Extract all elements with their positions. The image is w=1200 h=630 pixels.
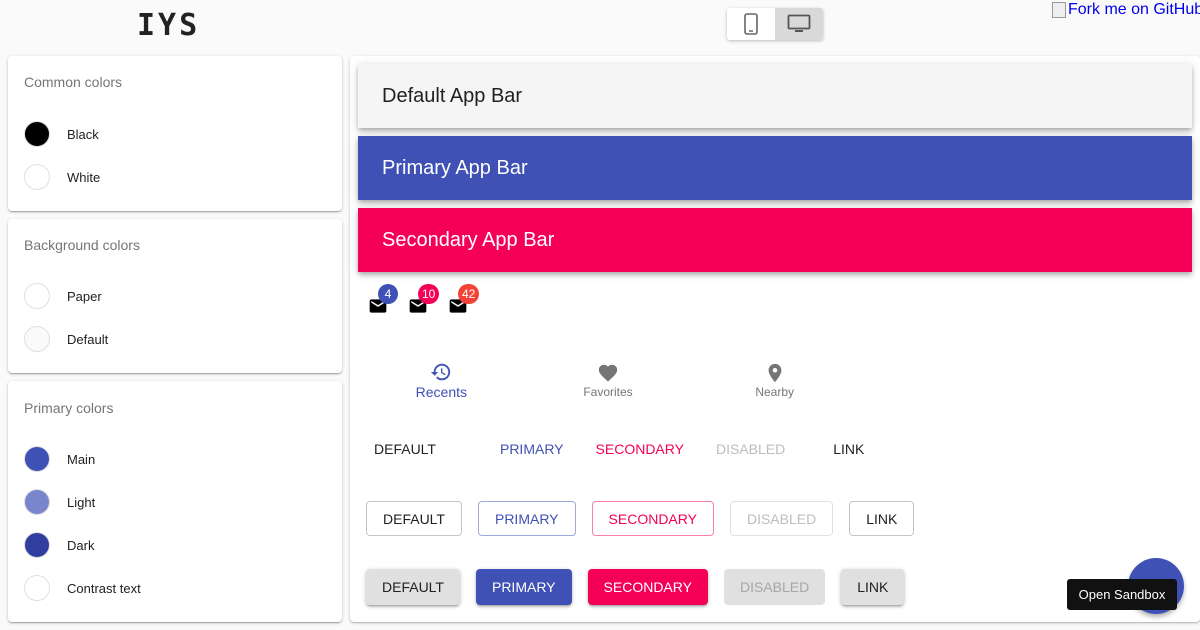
badge-row: 4 10 42 (368, 284, 480, 316)
bottom-nav-nearby[interactable]: Nearby (691, 352, 858, 408)
color-swatch (24, 326, 50, 352)
app-bar-title: Primary App Bar (382, 156, 528, 179)
restore-icon (431, 363, 451, 380)
color-swatch (24, 164, 50, 190)
color-swatch (24, 532, 50, 558)
swatch-label: Dark (67, 537, 95, 553)
contained-button-secondary[interactable]: Secondary (587, 569, 708, 605)
swatch-label: Contrast text (67, 580, 141, 596)
swatch-label: White (67, 169, 101, 185)
card-title: Primary colors (24, 400, 114, 416)
swatch-label: Paper (67, 288, 102, 304)
bottom-nav-label: Nearby (755, 384, 795, 399)
color-swatch (24, 575, 50, 601)
text-button-link[interactable]: Link (825, 431, 872, 467)
outlined-button-row: Default Primary Secondary Disabled Link (366, 501, 930, 536)
color-swatch (24, 121, 50, 147)
primary-colors-card: Primary colors Main Light Dark Contrast … (8, 381, 342, 622)
swatch-label: Light (67, 494, 96, 510)
logo: IYS (137, 8, 201, 43)
default-app-bar: Default App Bar (358, 64, 1192, 128)
phone-icon (744, 13, 758, 35)
card-title: Common colors (24, 74, 123, 90)
contained-button-link[interactable]: Link (841, 569, 905, 605)
broken-image-icon (1052, 2, 1066, 18)
outlined-button-default[interactable]: Default (366, 501, 462, 536)
badge-count: 10 (418, 284, 440, 304)
swatch-dark: Dark (24, 532, 94, 558)
heart-icon (598, 364, 618, 382)
color-swatch (24, 446, 50, 472)
primary-app-bar: Primary App Bar (358, 136, 1192, 200)
contained-button-default[interactable]: Default (366, 569, 460, 605)
swatch-white: White (24, 164, 100, 190)
outlined-button-link[interactable]: Link (849, 501, 915, 536)
text-button-row: Default Primary Secondary Disabled Link (366, 431, 888, 467)
bottom-nav-recents[interactable]: Recents (358, 352, 525, 408)
mail-badge-primary[interactable]: 4 (368, 284, 398, 316)
open-sandbox-tooltip: Open Sandbox (1067, 579, 1177, 610)
mail-badge-error[interactable]: 42 (448, 284, 480, 316)
swatch-main: Main (24, 446, 95, 472)
swatch-default: Default (24, 326, 108, 352)
swatch-black: Black (24, 121, 99, 147)
app-bar-title: Default App Bar (382, 84, 523, 107)
contained-button-disabled: Disabled (723, 569, 826, 605)
text-button-secondary[interactable]: Secondary (588, 431, 692, 467)
swatch-label: Default (67, 331, 109, 347)
swatch-paper: Paper (24, 283, 102, 309)
bottom-nav-favorites[interactable]: Favorites (525, 352, 692, 408)
color-swatch (24, 283, 50, 309)
swatch-contrast-text: Contrast text (24, 575, 141, 601)
common-colors-card: Common colors Black White (8, 56, 342, 211)
swatch-label: Main (67, 451, 96, 467)
desktop-icon (787, 14, 811, 32)
app-bar-title: Secondary App Bar (382, 228, 555, 251)
outlined-button-disabled: Disabled (729, 501, 834, 536)
mail-badge-secondary[interactable]: 10 (408, 284, 440, 316)
badge-count: 42 (458, 284, 480, 304)
color-swatch (24, 489, 50, 515)
bottom-nav-label: Recents (415, 383, 468, 400)
preview-panel: Default App Bar Primary App Bar Secondar… (350, 56, 1200, 622)
fork-me-link[interactable]: Fork me on GitHub (1052, 1, 1200, 19)
secondary-app-bar: Secondary App Bar (358, 208, 1192, 272)
bottom-navigation: Recents Favorites Nearby (358, 352, 858, 408)
card-title: Background colors (24, 237, 140, 253)
outlined-button-secondary[interactable]: Secondary (591, 501, 714, 536)
contained-button-row: Default Primary Secondary Disabled Link (366, 569, 920, 605)
background-colors-card: Background colors Paper Default (8, 219, 342, 373)
badge-count: 4 (378, 284, 398, 304)
swatch-label: Black (67, 126, 99, 142)
outlined-button-primary[interactable]: Primary (477, 501, 576, 536)
device-toggle (727, 8, 823, 40)
contained-button-primary[interactable]: Primary (475, 569, 572, 605)
text-button-default[interactable]: Default (366, 431, 444, 467)
location-pin-icon (768, 363, 782, 382)
bottom-nav-label: Favorites (583, 384, 633, 399)
desktop-view-button[interactable] (775, 8, 823, 40)
fork-me-label: Fork me on GitHub (1068, 1, 1200, 18)
text-button-disabled: Disabled (715, 441, 786, 457)
text-button-primary[interactable]: Primary (492, 431, 572, 467)
swatch-light: Light (24, 489, 95, 515)
phone-view-button[interactable] (727, 8, 775, 40)
